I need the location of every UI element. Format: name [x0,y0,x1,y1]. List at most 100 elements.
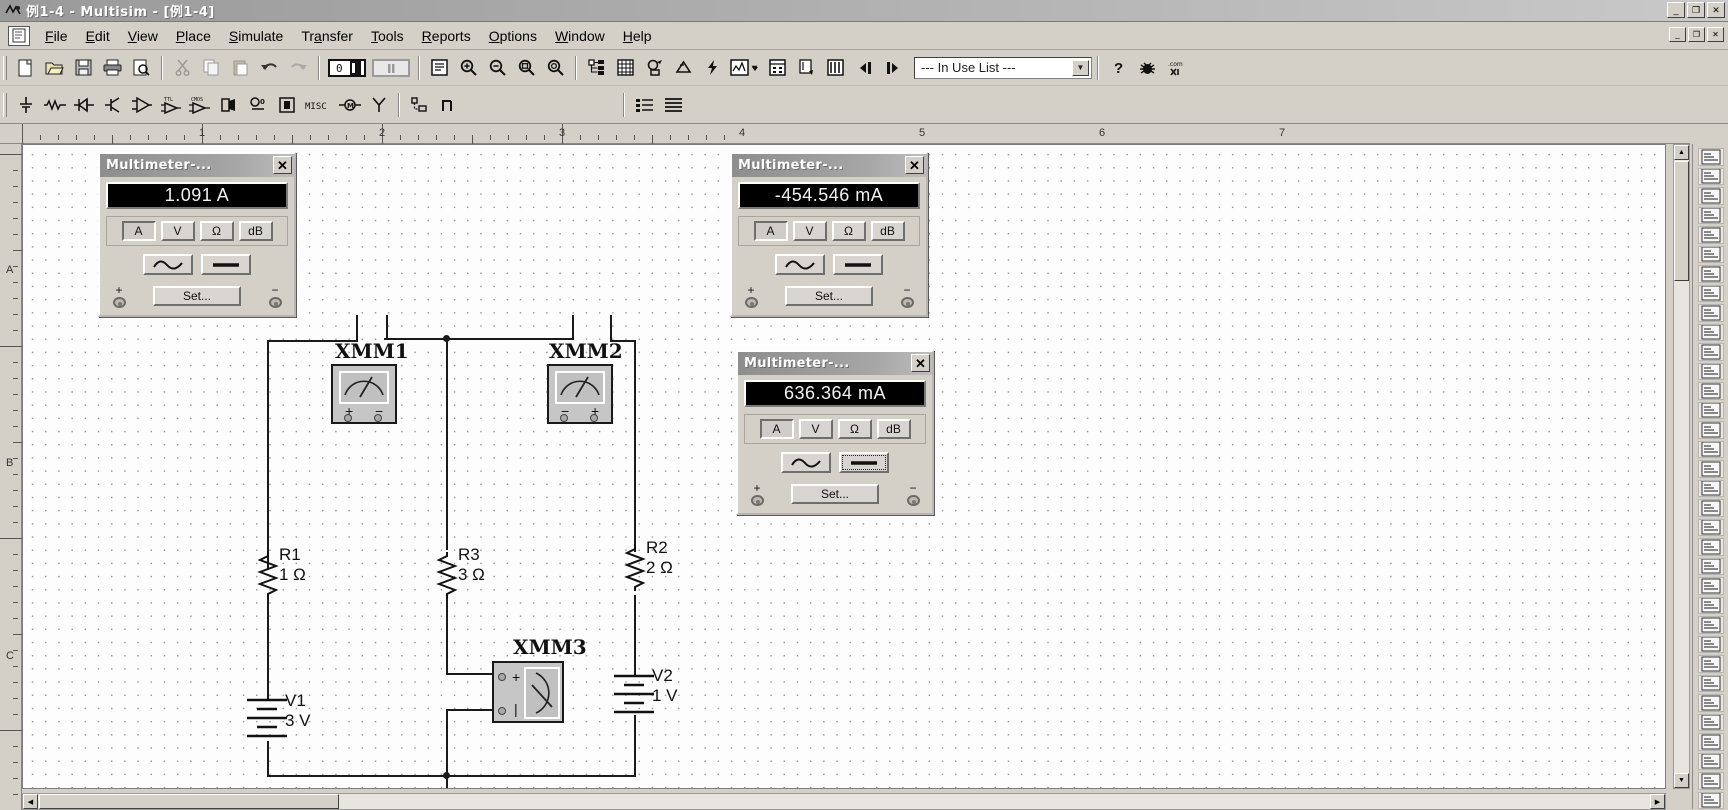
logic-converter-icon[interactable] [1697,577,1724,595]
network-analyzer-icon[interactable] [1697,655,1724,673]
mm1-unit-db-button[interactable]: dB [238,221,273,241]
menu-item-tools[interactable]: Tools [362,25,413,47]
mm1-set-button[interactable]: Set... [153,286,241,306]
multimeter-dialog-1[interactable]: Multimeter-... ✕ 1.091 A A V Ω dB + Set.… [98,152,296,317]
mm2-minus-terminal[interactable]: − [896,284,918,308]
place-hierarchical-block-icon[interactable] [1697,284,1724,302]
analog-opamp-icon[interactable] [128,91,155,118]
resistor-r3-symbol[interactable] [436,552,458,598]
measurement-probe-icon[interactable] [1697,752,1724,770]
scroll-right-button[interactable]: ▶ [1650,794,1665,809]
menu-item-window[interactable]: Window [546,25,614,47]
signal-source-icon[interactable] [435,91,462,118]
mm1-plus-jack-icon[interactable] [112,297,126,308]
xmm2-instrument[interactable]: − + [547,364,613,424]
horizontal-scroll-thumb[interactable] [39,794,339,809]
agilent-multimeter-icon[interactable] [1697,694,1724,712]
vertical-scrollbar[interactable]: ▲ ▼ [1673,144,1690,789]
database-icon[interactable] [426,54,453,81]
horizontal-scrollbar[interactable]: ◀ ▶ [22,793,1666,810]
mm2-unit-ohm-button[interactable]: Ω [831,221,866,241]
electrical-rules-icon[interactable] [699,54,726,81]
mm3-unit-volt-button[interactable]: V [798,419,833,439]
help-icon[interactable]: ? [1105,54,1132,81]
zoom-area-icon[interactable] [513,54,540,81]
list-view-icon[interactable] [631,91,658,118]
distortion-analyzer-icon[interactable] [1697,616,1724,634]
place-bus-vector-icon[interactable] [1697,323,1724,341]
place-input-connector-icon[interactable] [1697,226,1724,244]
mm3-unit-ohm-button[interactable]: Ω [837,419,872,439]
mm2-plus-jack-icon[interactable] [744,297,758,308]
print-preview-icon[interactable] [128,54,155,81]
postprocessor-icon[interactable] [764,54,791,81]
mm3-minus-terminal[interactable]: − [902,482,924,506]
place-text-icon[interactable] [1697,362,1724,380]
mixed-icon[interactable]: 0 [244,91,271,118]
ultiboard-icon[interactable] [793,54,820,81]
ttl-icon[interactable]: TTL [157,91,184,118]
in-use-list-combo[interactable]: --- In Use List --- ▼ [914,56,1092,79]
mm2-set-button[interactable]: Set... [785,286,873,306]
menu-item-file[interactable]: File [36,25,77,47]
mm3-unit-ampere-button[interactable]: A [759,419,794,439]
debug-bug-icon[interactable] [1134,54,1161,81]
resistor-r1-symbol[interactable] [257,552,279,598]
electromechanical-icon[interactable] [406,91,433,118]
mm2-dc-mode-button[interactable] [833,254,883,275]
mm3-set-button[interactable]: Set... [791,484,879,504]
mm1-minus-jack-icon[interactable] [268,297,282,308]
current-probe-icon[interactable] [1697,791,1724,809]
save-file-icon[interactable] [70,54,97,81]
frequency-counter-icon[interactable] [1697,518,1724,536]
detail-view-icon[interactable] [660,91,687,118]
place-offpage-connector-icon[interactable] [1697,265,1724,283]
mm3-title-bar[interactable]: Multimeter-... ✕ [738,352,932,375]
xmm1-minus-jack[interactable] [374,414,382,422]
mm3-ac-mode-button[interactable] [781,452,831,473]
place-wire-icon[interactable] [1697,187,1724,205]
scroll-up-button[interactable]: ▲ [1674,145,1689,160]
cut-icon[interactable] [169,54,196,81]
oscilloscope-icon[interactable] [1697,479,1724,497]
xmm3-instrument[interactable]: + | [492,661,564,723]
place-comment-icon[interactable] [1697,343,1724,361]
agilent-function-gen-icon[interactable] [1697,674,1724,692]
zoom-fit-icon[interactable] [542,54,569,81]
indicator-icon[interactable] [273,91,300,118]
word-generator-icon[interactable] [1697,538,1724,556]
hierarchy-icon[interactable] [583,54,610,81]
xmm2-minus-jack[interactable] [560,414,568,422]
copy-icon[interactable] [198,54,225,81]
document-icon[interactable] [8,25,30,46]
toolbar-grip[interactable] [3,55,7,80]
mm1-title-bar[interactable]: Multimeter-... ✕ [100,154,294,177]
mm1-dc-mode-button[interactable] [201,254,251,275]
forward-annotate-icon[interactable] [880,54,907,81]
xmm3-minus-jack[interactable] [498,707,506,715]
spectrum-analyzer-icon[interactable] [1697,635,1724,653]
mm3-close-icon[interactable]: ✕ [911,354,930,372]
menu-item-place[interactable]: Place [167,25,220,47]
mm1-ac-mode-button[interactable] [143,254,193,275]
undo-icon[interactable] [256,54,283,81]
toolbar-grip[interactable] [3,92,7,117]
place-hb-connector-icon[interactable] [1697,245,1724,263]
print-icon[interactable] [99,54,126,81]
xmm3-plus-jack[interactable] [498,673,506,681]
close-button[interactable]: ✕ [1707,2,1725,18]
xmm1-instrument[interactable]: + − [331,364,397,424]
xmm1-plus-jack[interactable] [344,414,352,422]
power-icon[interactable]: M [336,91,363,118]
mm2-unit-volt-button[interactable]: V [792,221,827,241]
pcb-layout-icon[interactable] [822,54,849,81]
place-graphic-icon[interactable] [1697,382,1724,400]
doc-minimize-button[interactable]: _ [1669,27,1686,42]
misc-icon[interactable]: MISC [302,91,334,118]
mm1-unit-volt-button[interactable]: V [160,221,195,241]
logic-analyzer-icon[interactable] [1697,557,1724,575]
mm2-plus-terminal[interactable]: + [740,284,762,308]
spreadsheet-view-icon[interactable] [612,54,639,81]
open-file-icon[interactable] [41,54,68,81]
new-file-icon[interactable] [12,54,39,81]
